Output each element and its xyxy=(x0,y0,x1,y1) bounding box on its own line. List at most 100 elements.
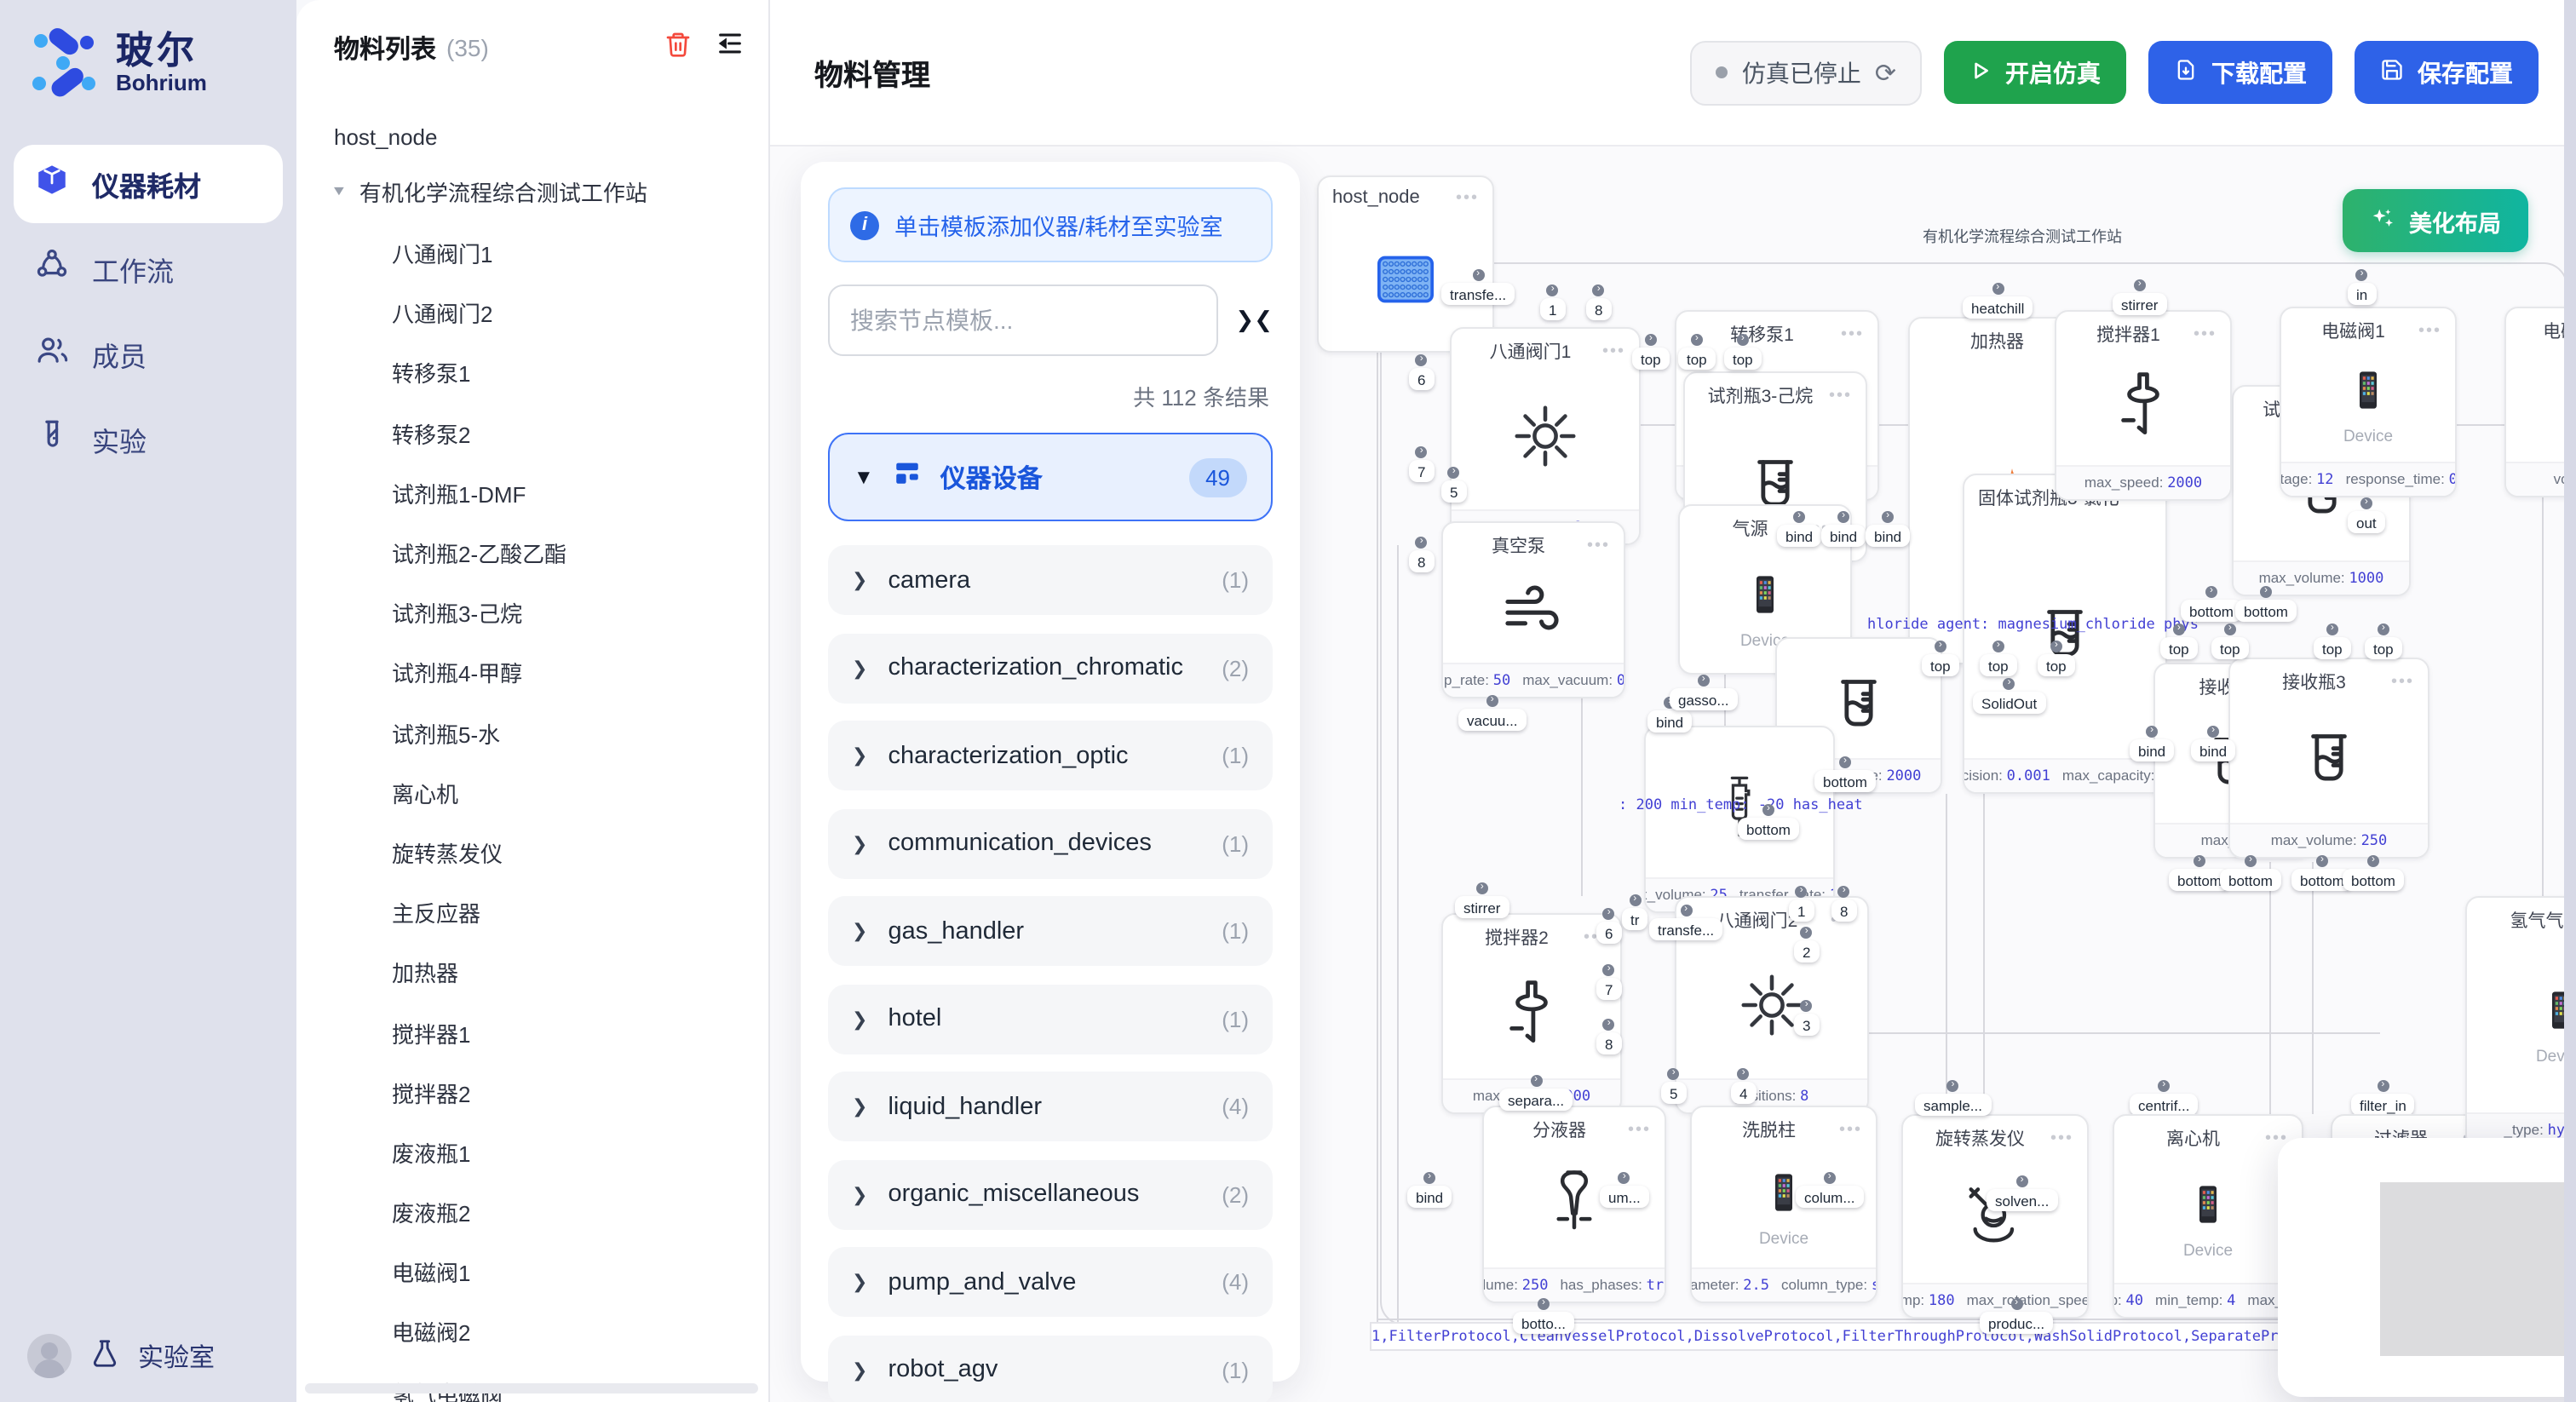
sidebar-item-workflow[interactable]: 工作流 xyxy=(14,230,283,308)
port-label[interactable]: 5 xyxy=(1441,480,1466,503)
tree-group-workstation[interactable]: ▼ 有机化学流程综合测试工作站 xyxy=(296,160,768,223)
category-instruments[interactable]: ▼仪器设备49 xyxy=(828,433,1273,521)
tree-item[interactable]: 试剂瓶4-甲醇 xyxy=(296,643,768,703)
port-label[interactable]: separa... xyxy=(1499,1089,1573,1111)
port-label[interactable]: 5 xyxy=(1661,1082,1686,1104)
port-label[interactable]: bind xyxy=(1647,710,1692,733)
port-label[interactable]: 8 xyxy=(1409,550,1434,572)
category-liquid_handler[interactable]: ❯liquid_handler(4) xyxy=(828,1072,1273,1141)
tree-item[interactable]: 八通阀门1 xyxy=(296,223,768,283)
category-hotel[interactable]: ❯hotel(1) xyxy=(828,984,1273,1054)
tree-item[interactable]: 加热器 xyxy=(296,943,768,1003)
tree-item[interactable]: 电磁阀2 xyxy=(296,1302,768,1362)
port-label[interactable]: 7 xyxy=(1409,460,1434,482)
category-gas_handler[interactable]: ❯gas_handler(1) xyxy=(828,896,1273,966)
tree-item[interactable]: 试剂瓶3-己烷 xyxy=(296,583,768,642)
sidebar-item-experiments[interactable]: 实验 xyxy=(14,400,283,479)
canvas-node[interactable]: 电磁阀1•••Devicevoltage: 12response_time: 0… xyxy=(2280,307,2457,497)
category-robot_agv[interactable]: ❯robot_agv(1) xyxy=(828,1335,1273,1402)
horizontal-scrollbar[interactable] xyxy=(305,1383,758,1393)
port-label[interactable]: 6 xyxy=(1596,922,1621,944)
port-label[interactable]: transfe... xyxy=(1649,918,1722,940)
tree-item[interactable]: 转移泵1 xyxy=(296,343,768,403)
port-label[interactable]: 2 xyxy=(1794,940,1819,962)
canvas-node[interactable]: 离心机•••Devicep: 40min_temp: 4max_spe xyxy=(2113,1114,2303,1319)
search-template-input[interactable] xyxy=(828,284,1218,356)
port-label[interactable]: heatchill xyxy=(1963,296,2033,319)
port-label[interactable]: bind xyxy=(1407,1186,1452,1208)
download-config-button[interactable]: 下载配置 xyxy=(2148,41,2332,104)
canvas-node[interactable]: 氢气气源•••Device_type: hydrogen xyxy=(2465,896,2576,1148)
port-label[interactable]: top xyxy=(1980,654,2017,676)
port-label[interactable]: top xyxy=(1632,348,1670,370)
port-label[interactable]: 1 xyxy=(1789,899,1814,922)
port-label[interactable]: top xyxy=(2314,637,2351,659)
port-label[interactable]: sample... xyxy=(1915,1094,1991,1116)
port-label[interactable]: bottom xyxy=(2220,869,2281,891)
port-label[interactable]: out xyxy=(2348,511,2385,533)
tree-item[interactable]: 废液瓶1 xyxy=(296,1123,768,1182)
port-label[interactable]: top xyxy=(2160,637,2198,659)
category-characterization_optic[interactable]: ❯characterization_optic(1) xyxy=(828,721,1273,790)
port-label[interactable]: 1 xyxy=(1540,298,1565,320)
port-label[interactable]: stirrer xyxy=(2113,293,2166,315)
category-camera[interactable]: ❯camera(1) xyxy=(828,545,1273,615)
tree-item[interactable]: 八通阀门2 xyxy=(296,283,768,342)
tree-item[interactable]: 试剂瓶2-乙酸乙酯 xyxy=(296,523,768,583)
port-label[interactable]: botto... xyxy=(1513,1312,1574,1334)
panel-collapse-icon[interactable]: ❯❮ xyxy=(1235,307,1273,334)
port-label[interactable]: um... xyxy=(1600,1186,1649,1208)
port-label[interactable]: filter_in xyxy=(2351,1094,2415,1116)
port-label[interactable]: top xyxy=(1724,348,1762,370)
canvas-node[interactable]: 真空泵•••ump_rate: 50max_vacuum: 0.1 xyxy=(1441,521,1625,698)
category-pump_and_valve[interactable]: ❯pump_and_valve(4) xyxy=(828,1247,1273,1317)
tree-item[interactable]: 试剂瓶1-DMF xyxy=(296,463,768,523)
more-icon[interactable]: ••• xyxy=(1839,1121,1862,1140)
port-label[interactable]: gasso... xyxy=(1670,688,1738,710)
canvas-node[interactable]: 接收瓶3•••max_volume: 250 xyxy=(2228,658,2429,859)
sidebar-item-instruments[interactable]: 仪器耗材 xyxy=(14,145,283,223)
more-icon[interactable]: ••• xyxy=(2050,1129,2073,1148)
port-label[interactable]: SolidOut xyxy=(1973,692,2045,714)
sidebar-item-members[interactable]: 成员 xyxy=(14,315,283,394)
port-label[interactable]: bottom xyxy=(2343,869,2404,891)
tree-item[interactable]: 主反应器 xyxy=(296,882,768,942)
tree-item[interactable]: 旋转蒸发仪 xyxy=(296,823,768,882)
more-icon[interactable]: ••• xyxy=(1456,188,1479,207)
port-label[interactable]: produc... xyxy=(1980,1312,2053,1334)
port-label[interactable]: top xyxy=(2211,637,2249,659)
tree-item-host-node[interactable]: host_node xyxy=(296,114,768,160)
save-config-button[interactable]: 保存配置 xyxy=(2355,41,2539,104)
port-label[interactable]: top xyxy=(1922,654,1959,676)
more-icon[interactable]: ••• xyxy=(1602,342,1625,361)
port-label[interactable]: bind xyxy=(2130,739,2174,761)
port-label[interactable]: 8 xyxy=(1596,1032,1621,1054)
tree-item[interactable]: 搅拌器2 xyxy=(296,1062,768,1122)
beautify-layout-button[interactable]: 美化布局 xyxy=(2343,189,2528,252)
port-label[interactable]: bottom xyxy=(1738,818,1799,840)
tree-item[interactable]: 搅拌器1 xyxy=(296,1003,768,1062)
canvas-node[interactable]: 八通阀门1•••positions: 8 xyxy=(1450,327,1641,545)
more-icon[interactable]: ••• xyxy=(1628,1121,1651,1140)
tree-item[interactable]: 离心机 xyxy=(296,762,768,822)
canvas-node[interactable]: host_node••• xyxy=(1317,175,1494,353)
more-icon[interactable]: ••• xyxy=(2391,673,2414,692)
canvas-node[interactable]: 旋转蒸发仪•••temp: 180max_rotation_speed: xyxy=(1901,1114,2089,1319)
port-label[interactable]: bind xyxy=(1821,525,1866,547)
port-label[interactable]: stirrer xyxy=(1455,896,1509,918)
port-label[interactable]: bottom xyxy=(1814,770,1876,792)
port-label[interactable]: 3 xyxy=(1794,1014,1819,1036)
port-label[interactable]: bind xyxy=(1866,525,1910,547)
port-label[interactable]: 6 xyxy=(1409,368,1434,390)
simulation-status-pill[interactable]: 仿真已停止 ⟳ xyxy=(1691,40,1922,105)
more-icon[interactable]: ••• xyxy=(2418,322,2441,341)
port-label[interactable]: centrif... xyxy=(2130,1094,2198,1116)
tree-item[interactable]: 转移泵2 xyxy=(296,403,768,463)
more-icon[interactable]: ••• xyxy=(2194,325,2217,344)
port-label[interactable]: in xyxy=(2348,283,2376,305)
tree-item[interactable]: 氢气电磁阀 xyxy=(296,1362,768,1402)
collapse-list-icon[interactable] xyxy=(716,29,745,66)
port-label[interactable]: 4 xyxy=(1731,1082,1756,1104)
more-icon[interactable]: ••• xyxy=(1829,387,1852,405)
port-label[interactable]: top xyxy=(1678,348,1716,370)
